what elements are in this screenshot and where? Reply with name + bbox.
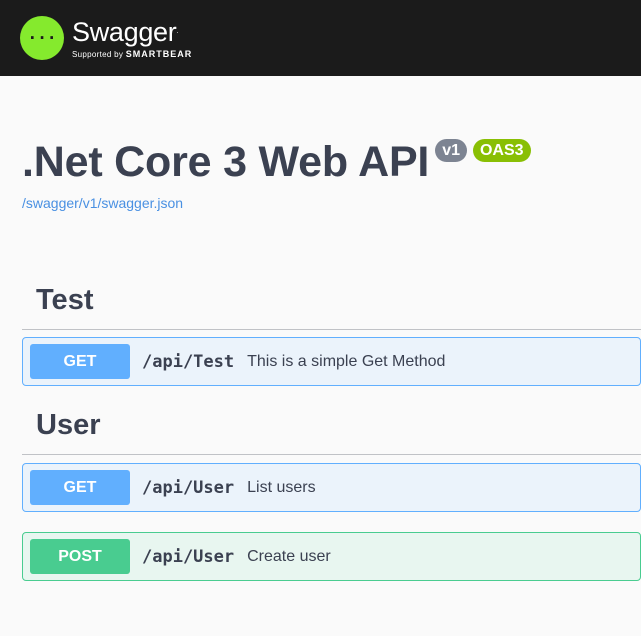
tag-section-test: Test GET /api/Test This is a simple Get … [22, 283, 641, 386]
brand-tagline: Supported by SMARTBEAR [72, 48, 193, 59]
tag-title-user[interactable]: User [22, 408, 641, 455]
tag-section-user: User GET /api/User List users POST /api/… [22, 408, 641, 581]
api-info: .Net Core 3 Web API v1 OAS3 /swagger/v1/… [0, 76, 641, 213]
operation-get-api-user[interactable]: GET /api/User List users [22, 463, 641, 512]
brand[interactable]: Swagger. Supported by SMARTBEAR [72, 18, 192, 59]
operation-path: /api/Test [142, 351, 235, 372]
method-badge-post: POST [30, 539, 130, 574]
oas-badge: OAS3 [472, 139, 531, 162]
tag-title-test[interactable]: Test [22, 283, 641, 330]
operation-summary: Create user [247, 547, 331, 565]
svg-text:{···}: {···} [27, 28, 57, 47]
swagger-braces-icon[interactable]: {···} [20, 16, 64, 60]
operation-path: /api/User [142, 477, 235, 498]
operation-get-api-test[interactable]: GET /api/Test This is a simple Get Metho… [22, 337, 641, 386]
operation-summary: This is a simple Get Method [247, 352, 446, 370]
method-badge-get: GET [30, 344, 130, 379]
spec-link[interactable]: /swagger/v1/swagger.json [22, 195, 183, 211]
operation-post-api-user[interactable]: POST /api/User Create user [22, 532, 641, 581]
method-badge-get: GET [30, 470, 130, 505]
operation-summary: List users [247, 478, 316, 496]
page-title: .Net Core 3 Web API [22, 138, 430, 186]
operation-path: /api/User [142, 546, 235, 567]
version-badge: v1 [435, 139, 467, 162]
brand-name: Swagger. [72, 16, 179, 47]
topbar: {···} Swagger. Supported by SMARTBEAR [0, 0, 641, 76]
